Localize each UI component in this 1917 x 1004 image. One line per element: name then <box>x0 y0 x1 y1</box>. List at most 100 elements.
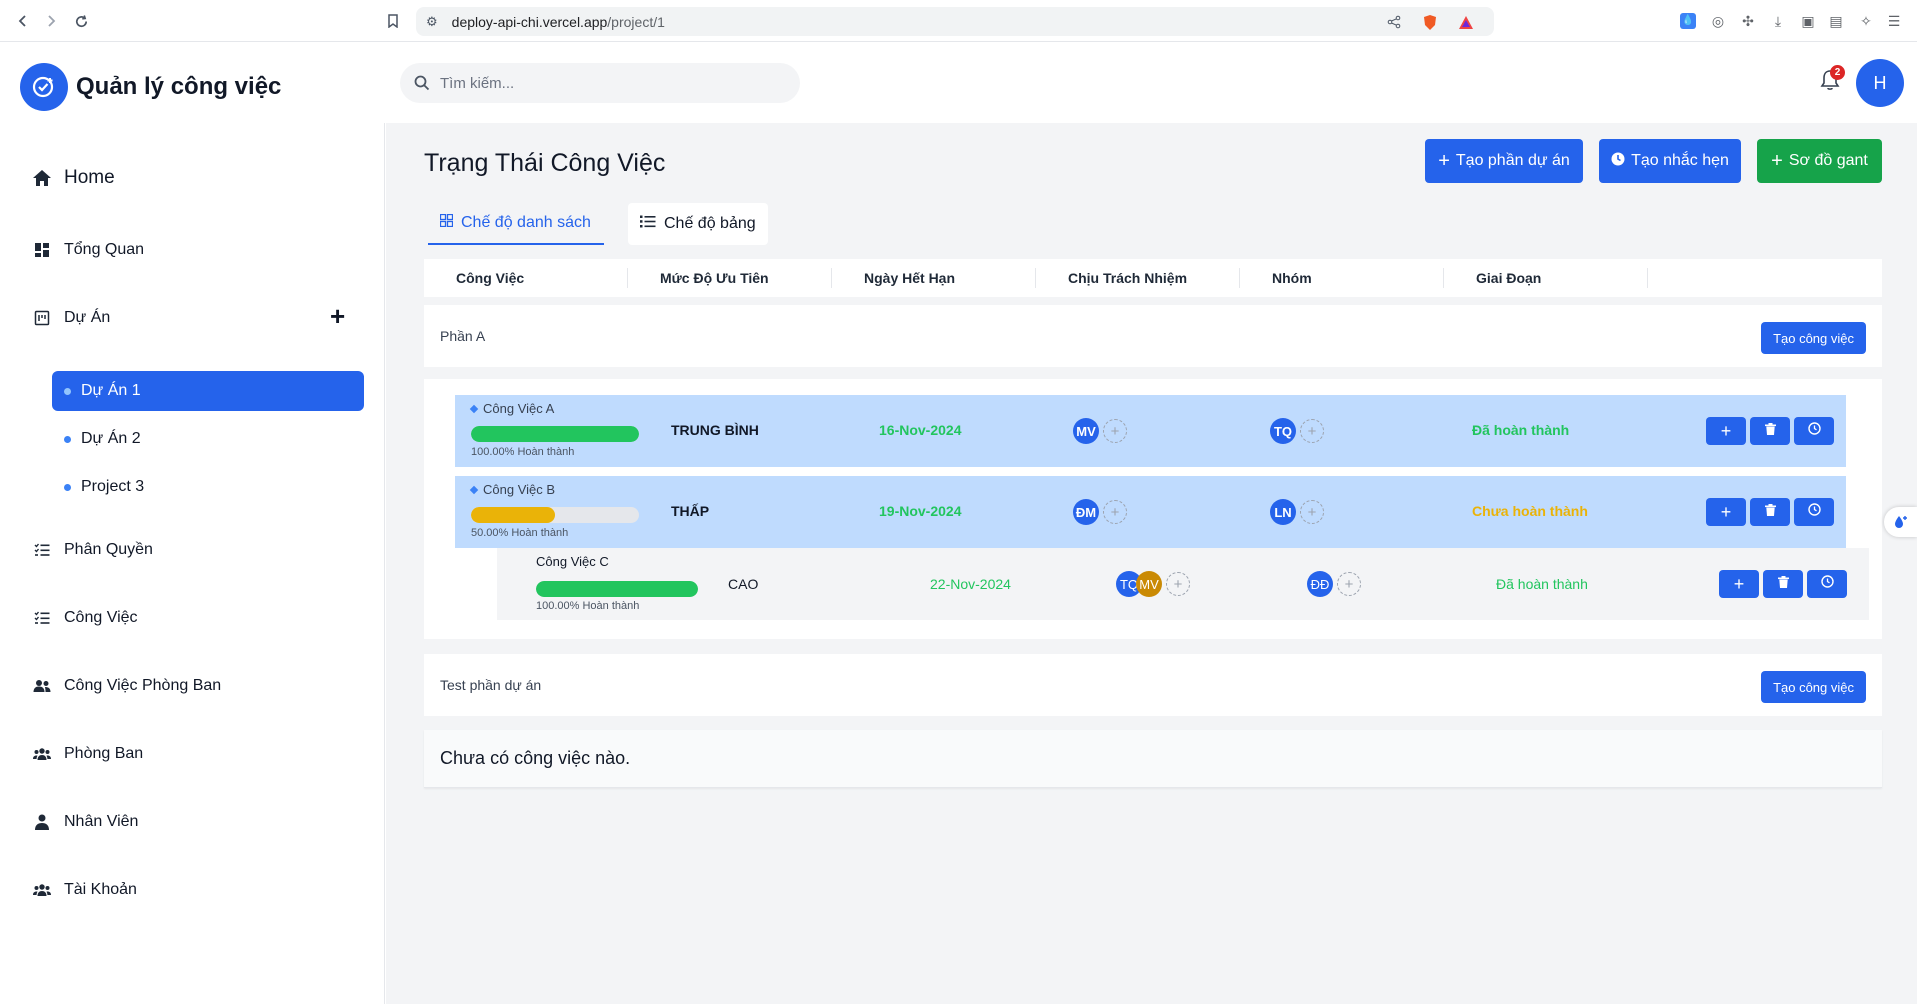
tab-board-view[interactable]: Chế độ bảng <box>628 203 768 245</box>
sidebar-item-projects[interactable]: Dự Án <box>30 309 110 327</box>
button-label: Tạo phần dự án <box>1455 152 1570 169</box>
project-icon <box>30 310 54 326</box>
plus-icon: + <box>1771 150 1783 172</box>
app-title: Quản lý công việc <box>76 73 282 100</box>
floating-helper-icon[interactable] <box>1884 507 1917 537</box>
group-avatar[interactable]: TQ <box>1270 418 1296 444</box>
add-group-icon[interactable]: + <box>1337 572 1361 596</box>
grid-icon <box>439 213 454 232</box>
home-icon <box>30 169 54 187</box>
wallet-icon[interactable]: ▤ <box>1826 11 1846 31</box>
create-reminder-button[interactable]: Tạo nhắc hẹn <box>1599 139 1741 183</box>
table-row[interactable]: Công Việc A 100.00% Hoàn thành TRUNG BÌN… <box>455 395 1846 467</box>
sidebar-item-accounts[interactable]: Tài Khoản <box>30 881 137 899</box>
sidebar-item-label: Nhân Viên <box>64 813 139 830</box>
table-row[interactable]: Công Việc C 100.00% Hoàn thành CAO 22-No… <box>497 548 1869 620</box>
add-subtask-button[interactable]: + <box>1719 570 1759 598</box>
sidebar-item-label: Dự Án <box>64 309 111 326</box>
sidebar-item-department-tasks[interactable]: Công Việc Phòng Ban <box>30 677 221 695</box>
gantt-chart-button[interactable]: + Sơ đồ gant <box>1757 139 1882 183</box>
progress-text: 50.00% Hoàn thành <box>471 527 569 539</box>
sidebar-toggle-icon[interactable]: ▣ <box>1798 11 1818 31</box>
delete-task-button[interactable] <box>1763 570 1803 598</box>
rewards-icon[interactable] <box>1456 12 1476 32</box>
add-assignee-icon[interactable]: + <box>1103 500 1127 524</box>
add-assignee-icon[interactable]: + <box>1103 419 1127 443</box>
site-settings-icon[interactable]: ⚙ <box>426 14 438 30</box>
column-header: Nhóm <box>1240 268 1444 288</box>
plus-icon: + <box>1733 573 1745 594</box>
stage-label: Đã hoàn thành <box>1496 576 1588 592</box>
progress-bar <box>471 507 639 523</box>
sidebar-item-departments[interactable]: Phòng Ban <box>30 745 143 763</box>
diamond-icon <box>469 485 479 494</box>
add-project-icon[interactable]: + <box>330 301 345 332</box>
sidebar-item-home[interactable]: Home <box>30 167 115 189</box>
tab-list-view[interactable]: Chế độ danh sách <box>428 203 604 245</box>
sidebar: Home Tổng Quan Dự Án + Dự Án 1 Dự Án 2 P… <box>0 123 385 1004</box>
search-icon <box>414 75 430 91</box>
bullet-icon <box>64 435 71 443</box>
table-row[interactable]: Công Việc B 50.00% Hoàn thành THẤP 19-No… <box>455 476 1846 548</box>
back-icon[interactable] <box>12 10 34 32</box>
url-text: deploy-api-chi.vercel.app/project/1 <box>452 14 665 30</box>
sidebar-item-tasks[interactable]: Công Việc <box>30 609 138 627</box>
user-avatar[interactable]: H <box>1856 59 1904 107</box>
progress-fill <box>471 507 555 523</box>
brave-shield-icon[interactable] <box>1420 12 1440 32</box>
task-name[interactable]: Công Việc A <box>469 401 554 416</box>
task-name-label: Công Việc B <box>483 482 556 497</box>
address-bar[interactable]: ⚙ deploy-api-chi.vercel.app/project/1 <box>416 7 1494 36</box>
download-icon[interactable]: ⤓ <box>1768 11 1788 31</box>
empty-state: Chưa có công việc nào. <box>424 730 1882 788</box>
sidebar-item-permissions[interactable]: Phân Quyền <box>30 541 153 559</box>
search-input[interactable] <box>440 74 780 92</box>
add-subtask-button[interactable]: + <box>1706 417 1746 445</box>
section-header: Phần A Tạo công việc <box>424 305 1882 367</box>
group-avatar[interactable]: ĐĐ <box>1307 571 1333 597</box>
project-label: Dự Án 1 <box>81 382 141 399</box>
dashboard-icon <box>30 243 54 257</box>
create-section-button[interactable]: + Tạo phần dự án <box>1425 139 1583 183</box>
add-group-icon[interactable]: + <box>1300 419 1324 443</box>
checklist-icon <box>30 543 54 557</box>
create-task-button[interactable]: Tạo công việc <box>1761 671 1866 703</box>
forward-icon[interactable] <box>40 10 62 32</box>
extensions-puzzle-icon[interactable]: ✣ <box>1738 11 1758 31</box>
main-content: Trạng Thái Công Việc + Tạo phần dự án Tạ… <box>386 123 1917 1004</box>
reload-icon[interactable] <box>70 10 92 32</box>
search-box[interactable] <box>400 63 800 103</box>
reminder-task-button[interactable] <box>1794 498 1834 526</box>
share-icon[interactable] <box>1384 12 1404 32</box>
add-group-icon[interactable]: + <box>1300 500 1324 524</box>
delete-task-button[interactable] <box>1750 498 1790 526</box>
checklist-icon <box>30 611 54 625</box>
sidebar-item-label: Phòng Ban <box>64 745 144 762</box>
assignee-avatar[interactable]: MV <box>1073 418 1099 444</box>
sidebar-project-1[interactable]: Dự Án 1 <box>52 371 364 411</box>
logo-check-icon[interactable] <box>20 63 68 111</box>
button-label: Sơ đồ gant <box>1788 152 1868 169</box>
sidebar-project-3[interactable]: Project 3 <box>52 467 364 507</box>
tab-label: Chế độ bảng <box>664 215 756 232</box>
leo-ai-icon[interactable]: ✧ <box>1856 11 1876 31</box>
task-name[interactable]: Công Việc B <box>469 482 556 497</box>
reminder-task-button[interactable] <box>1807 570 1847 598</box>
task-name[interactable]: Công Việc C <box>536 554 609 569</box>
menu-icon[interactable]: ☰ <box>1884 11 1904 31</box>
extension-drop-icon[interactable]: 💧 <box>1678 11 1698 31</box>
group-avatar[interactable]: LN <box>1270 499 1296 525</box>
assignee-avatar[interactable]: MV <box>1136 571 1162 597</box>
delete-task-button[interactable] <box>1750 417 1790 445</box>
add-assignee-icon[interactable]: + <box>1166 572 1190 596</box>
assignee-avatar[interactable]: ĐM <box>1073 499 1099 525</box>
compass-icon[interactable]: ◎ <box>1708 11 1728 31</box>
page-title: Trạng Thái Công Việc <box>424 149 666 177</box>
bookmark-icon[interactable] <box>382 10 404 32</box>
sidebar-item-overview[interactable]: Tổng Quan <box>30 241 144 259</box>
reminder-task-button[interactable] <box>1794 417 1834 445</box>
add-subtask-button[interactable]: + <box>1706 498 1746 526</box>
create-task-button[interactable]: Tạo công việc <box>1761 322 1866 354</box>
sidebar-project-2[interactable]: Dự Án 2 <box>52 419 364 459</box>
sidebar-item-employees[interactable]: Nhân Viên <box>30 813 138 831</box>
